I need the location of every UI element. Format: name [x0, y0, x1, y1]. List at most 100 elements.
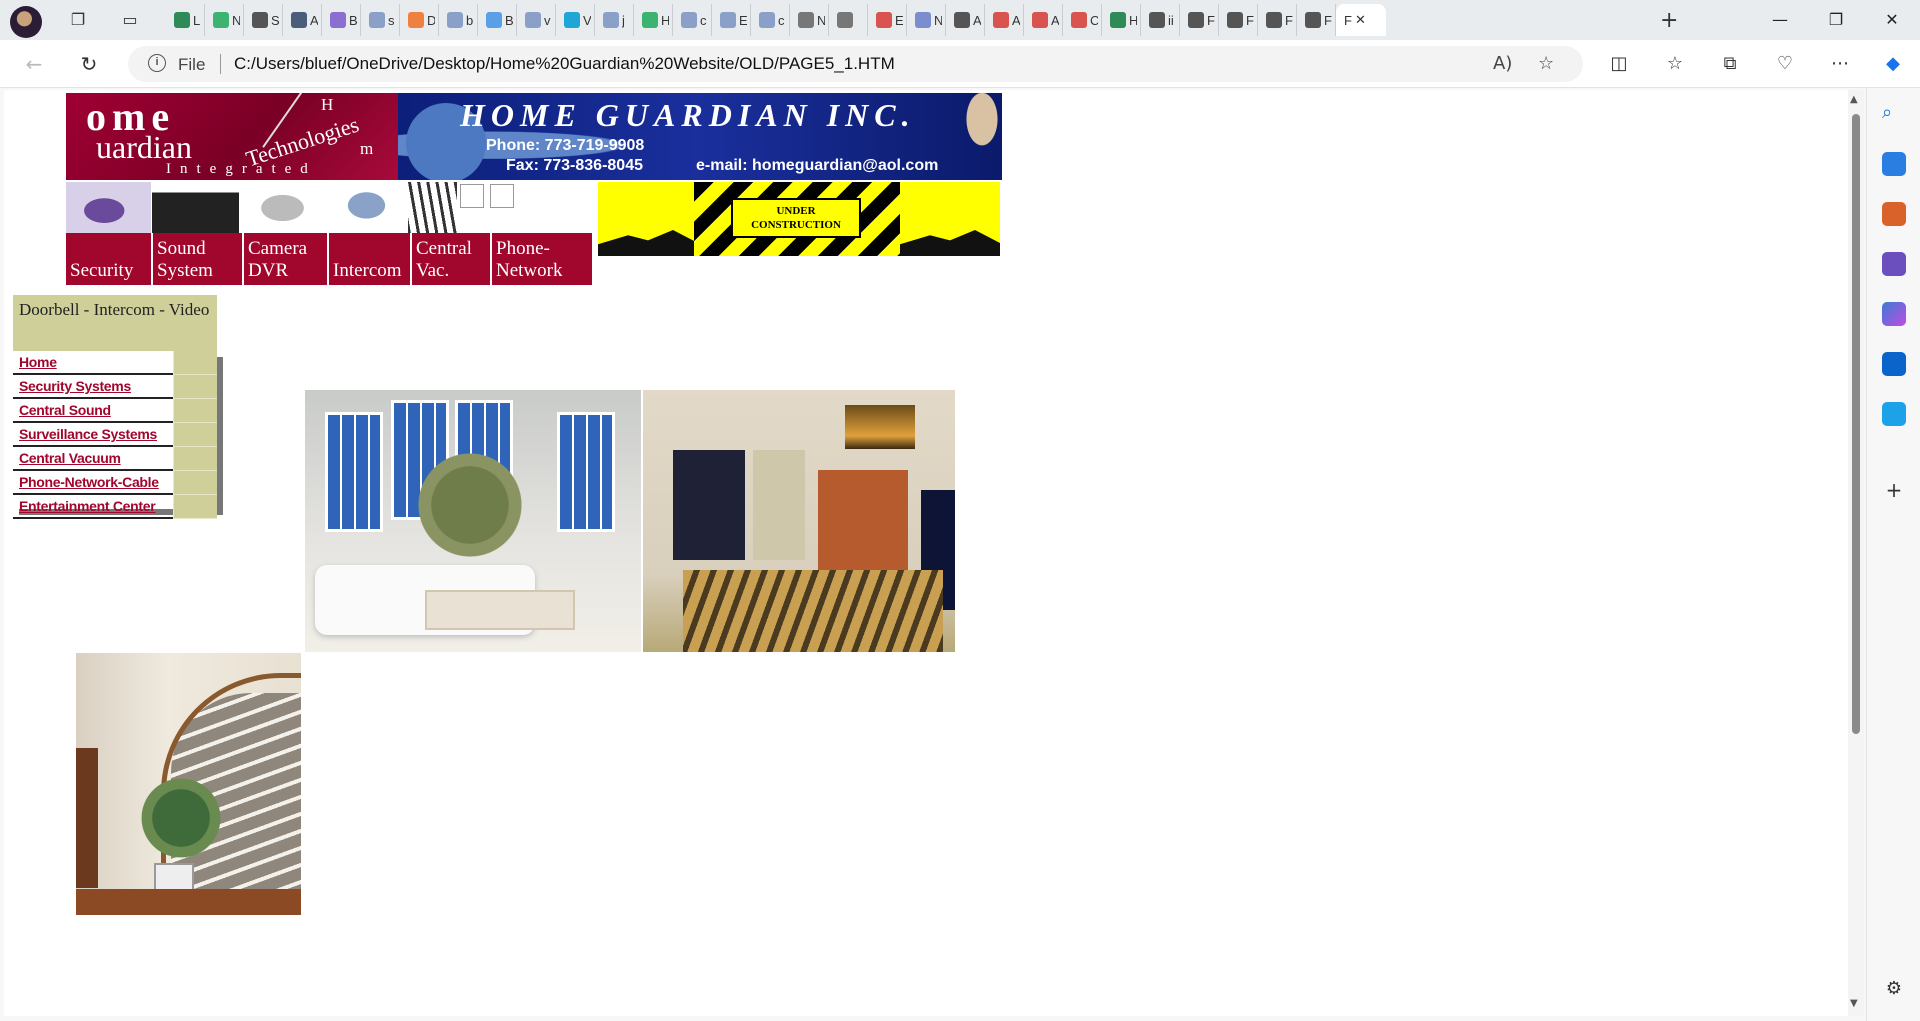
tab-title: s [388, 12, 395, 28]
browser-tab[interactable]: ii [1141, 4, 1180, 36]
browser-tab[interactable]: H [1102, 4, 1141, 36]
nav-intercom[interactable]: Intercom [329, 233, 412, 285]
split-screen-icon[interactable]: ◫ [1604, 50, 1634, 78]
page-scrollbar[interactable]: ▲ ▼ [1848, 90, 1864, 1016]
menu-link[interactable]: Central Vacuum [13, 447, 173, 471]
company-name: HOME GUARDIAN INC. [460, 97, 916, 133]
copilot-icon[interactable]: ◆ [1878, 50, 1908, 78]
scroll-up-arrow-icon[interactable]: ▲ [1850, 94, 1858, 105]
tools-icon[interactable] [1882, 202, 1906, 226]
browser-tab[interactable]: N [205, 4, 244, 36]
scroll-down-arrow-icon[interactable]: ▼ [1850, 998, 1858, 1009]
refresh-button[interactable]: ↻ [75, 50, 103, 78]
browser-tab[interactable]: A [985, 4, 1024, 36]
menu-link[interactable]: Surveillance Systems [13, 423, 173, 447]
shopping-icon[interactable] [1882, 152, 1906, 176]
browser-tab[interactable]: c [751, 4, 790, 36]
tab-favicon-icon [1071, 12, 1087, 28]
close-window-button[interactable]: ✕ [1864, 0, 1920, 40]
browser-tab[interactable]: A [946, 4, 985, 36]
collections-icon[interactable]: ⧉ [1715, 50, 1745, 78]
browser-tab[interactable]: b [439, 4, 478, 36]
tab-favicon-icon [876, 12, 892, 28]
active-tab[interactable]: F ✕ [1336, 4, 1386, 36]
nav-security[interactable]: Security [66, 233, 153, 285]
browser-tab[interactable] [829, 4, 868, 36]
browser-tab[interactable]: H [634, 4, 673, 36]
browser-tab[interactable]: F [1258, 4, 1297, 36]
address-bar[interactable]: i File C:/Users/bluef/OneDrive/Desktop/H… [128, 46, 1583, 82]
browser-tab[interactable]: D [400, 4, 439, 36]
browser-tab[interactable]: c [673, 4, 712, 36]
menu-item-central-sound[interactable]: Central Sound [13, 399, 217, 423]
menu-link[interactable]: Phone-Network-Cable [13, 471, 173, 495]
new-tab-button[interactable]: + [1660, 8, 1678, 33]
browser-tab[interactable]: E [712, 4, 751, 36]
browser-tab[interactable]: C [1063, 4, 1102, 36]
browser-tab[interactable]: A [1024, 4, 1063, 36]
browser-tab[interactable]: N [790, 4, 829, 36]
nav-sound-system[interactable]: Sound System [153, 233, 244, 285]
add-sidebar-icon[interactable]: + [1882, 478, 1906, 502]
menu-item-surveillance-systems[interactable]: Surveillance Systems [13, 423, 217, 447]
browser-tab[interactable]: s [361, 4, 400, 36]
intercom-thumb[interactable] [326, 182, 408, 234]
browser-tab[interactable]: j [595, 4, 634, 36]
browser-tab[interactable]: B [478, 4, 517, 36]
workspaces-icon[interactable]: ❐ [64, 8, 92, 32]
back-button[interactable]: ← [20, 50, 48, 78]
tab-strip: ❐ ▭ L N S A Bs Db Bv Vj Hc Ec N E N A A A C Hii F F F F F ✕ + —… [0, 0, 1920, 40]
menu-item-central-vacuum[interactable]: Central Vacuum [13, 447, 217, 471]
read-aloud-icon[interactable]: A) [1493, 53, 1512, 74]
microsoft365-icon[interactable] [1882, 302, 1906, 326]
browser-tab[interactable]: B [322, 4, 361, 36]
nav-camera-dvr[interactable]: Camera DVR [244, 233, 329, 285]
scrollbar-thumb[interactable] [1852, 114, 1860, 734]
menu-link[interactable]: Central Sound [13, 399, 173, 423]
browser-tab[interactable]: A [283, 4, 322, 36]
menu-panel: Home Security Systems Central Sound Surv… [13, 351, 217, 519]
nav-phone-network[interactable]: Phone-Network [492, 233, 592, 285]
browser-tab[interactable]: V [556, 4, 595, 36]
menu-item-home[interactable]: Home [13, 351, 217, 375]
minimize-button[interactable]: — [1752, 0, 1808, 40]
browser-tab[interactable]: N [907, 4, 946, 36]
search-icon[interactable]: ⌕ [1882, 102, 1906, 126]
browser-tab[interactable]: F [1297, 4, 1336, 36]
menu-swatch [173, 447, 217, 471]
games-icon[interactable] [1882, 252, 1906, 276]
browser-tab[interactable]: v [517, 4, 556, 36]
restore-button[interactable]: ❐ [1808, 0, 1864, 40]
info-icon[interactable]: i [148, 54, 166, 72]
nav-central-vac[interactable]: Central Vac. [412, 233, 492, 285]
browser-essentials-icon[interactable]: ♡ [1770, 50, 1800, 78]
url-text[interactable]: C:/Users/bluef/OneDrive/Desktop/Home%20G… [234, 54, 895, 74]
vacuum-thumb[interactable] [408, 182, 458, 234]
rug-shape [683, 570, 943, 652]
browser-tab[interactable]: F [1219, 4, 1258, 36]
security-thumb[interactable] [66, 182, 152, 234]
profile-avatar[interactable] [10, 6, 42, 38]
outlook-icon[interactable] [1882, 352, 1906, 376]
menu-link[interactable]: Home [13, 351, 173, 375]
browser-tab[interactable]: E [868, 4, 907, 36]
camera-thumb[interactable] [240, 182, 326, 234]
tab-favicon-icon [447, 12, 463, 28]
favorites-icon[interactable]: ☆ [1660, 50, 1690, 78]
tab-favicon-icon [1110, 12, 1126, 28]
menu-link[interactable]: Entertainment Center [13, 495, 173, 519]
favorite-star-icon[interactable]: ☆ [1538, 53, 1554, 74]
send-icon[interactable] [1882, 402, 1906, 426]
menu-item-phone-network-cable[interactable]: Phone-Network-Cable [13, 471, 217, 495]
settings-gear-icon[interactable]: ⚙ [1882, 978, 1906, 1002]
tab-actions-icon[interactable]: ▭ [116, 8, 144, 32]
sound-thumb[interactable] [152, 182, 240, 234]
menu-item-entertainment-center[interactable]: Entertainment Center [13, 495, 217, 519]
browser-tab[interactable]: S [244, 4, 283, 36]
close-tab-icon[interactable]: ✕ [1355, 13, 1366, 28]
more-menu-icon[interactable]: ⋯ [1825, 50, 1855, 78]
menu-item-security-systems[interactable]: Security Systems [13, 375, 217, 399]
menu-link[interactable]: Security Systems [13, 375, 173, 399]
browser-tab[interactable]: L [166, 4, 205, 36]
browser-tab[interactable]: F [1180, 4, 1219, 36]
